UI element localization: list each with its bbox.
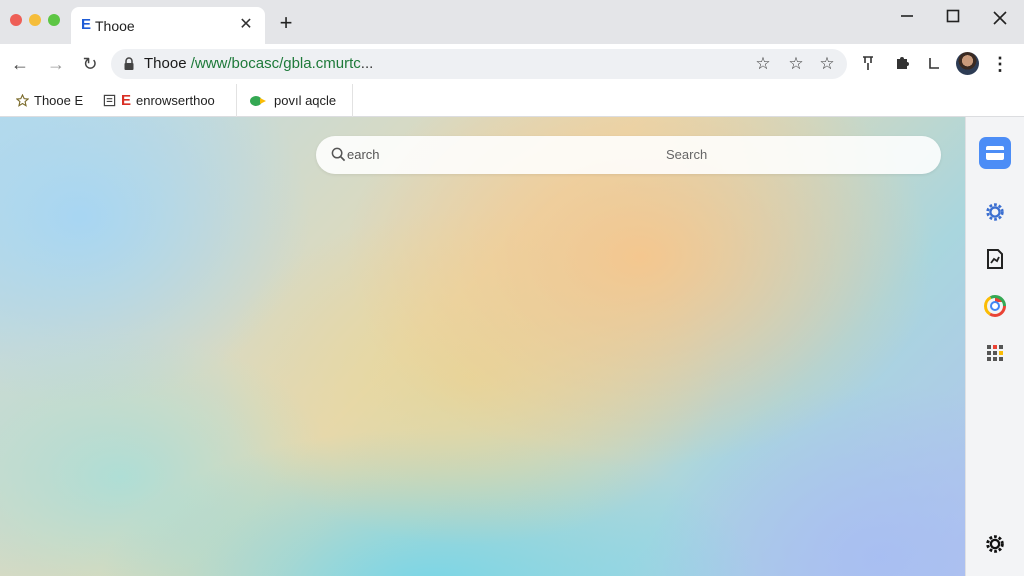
browser-toolbar: ← → ↻ Thooe /www/bocasc/gbla.cmurtc... ☆…: [0, 44, 1024, 84]
new-tab-page: earch Search: [0, 117, 965, 576]
zoom-window-dot[interactable]: [48, 14, 60, 26]
bookmark-item[interactable]: Thooe E: [15, 84, 83, 117]
document-icon: [102, 94, 116, 108]
address-text: Thooe /www/bocasc/gbla.cmurtc...: [144, 56, 373, 72]
close-icon: [993, 11, 1007, 25]
maximize-button[interactable]: [941, 8, 965, 30]
back-button[interactable]: ←: [9, 53, 31, 75]
tab-favicon-icon: E: [81, 16, 92, 33]
leaf-icon: [249, 94, 269, 108]
search-input[interactable]: earch: [347, 148, 380, 162]
side-panel: [965, 117, 1024, 576]
new-tab-button[interactable]: +: [276, 12, 296, 34]
tab-close-icon[interactable]: ✕: [239, 16, 253, 34]
bookmark-badge: E: [121, 92, 132, 109]
settings-icon[interactable]: [979, 528, 1011, 560]
card-icon[interactable]: [979, 137, 1011, 169]
gear-icon[interactable]: [979, 196, 1011, 228]
bookmark-label: enrowserthoo: [136, 93, 215, 108]
search-box[interactable]: earch Search: [316, 136, 941, 174]
minimize-button[interactable]: [895, 8, 919, 30]
apps-grid-icon[interactable]: [979, 337, 1011, 369]
puzzle-icon[interactable]: [893, 55, 911, 73]
address-host: Thooe: [144, 55, 187, 72]
document-chart-icon[interactable]: [979, 243, 1011, 275]
bookmarks-bar: Thooe E E enrowserthoo povıl aqcle: [0, 84, 1024, 117]
star-icon: [15, 93, 29, 108]
address-ellipsis: ...: [360, 55, 374, 72]
bookmark-star-icon[interactable]: ☆: [818, 55, 836, 73]
lock-icon: [124, 57, 134, 70]
minimize-icon: [901, 15, 913, 17]
bookmark-item[interactable]: E enrowserthoo: [102, 84, 215, 117]
minimize-window-dot[interactable]: [29, 14, 41, 26]
search-icon: [331, 147, 346, 162]
reload-button[interactable]: ↻: [79, 53, 101, 75]
search-button[interactable]: Search: [666, 148, 707, 162]
close-window-dot[interactable]: [10, 14, 22, 26]
download-icon[interactable]: [925, 55, 943, 73]
address-path: /www/bocasc/gbla.cmurtc: [190, 55, 361, 72]
maximize-icon: [946, 9, 960, 23]
bookmark-item[interactable]: povıl aqcle: [236, 84, 354, 117]
pin-icon[interactable]: [859, 55, 877, 73]
bookmark-label: Thooe E: [34, 93, 84, 108]
title-bar: E Thooe ✕ +: [0, 0, 1024, 44]
bookmark-star-icon[interactable]: ☆: [754, 55, 772, 73]
bookmark-label: povıl aqcle: [274, 93, 337, 108]
menu-button[interactable]: ⋮: [991, 53, 1009, 75]
bookmark-star-icon[interactable]: ☆: [787, 55, 805, 73]
tab-active[interactable]: E Thooe ✕: [71, 7, 265, 44]
close-button[interactable]: [988, 8, 1012, 30]
forward-button[interactable]: →: [45, 53, 67, 75]
avatar[interactable]: [956, 52, 979, 75]
tab-title: Thooe: [95, 18, 135, 34]
chrome-icon[interactable]: [979, 290, 1011, 322]
address-bar[interactable]: Thooe /www/bocasc/gbla.cmurtc... ☆ ☆ ☆: [111, 49, 847, 79]
